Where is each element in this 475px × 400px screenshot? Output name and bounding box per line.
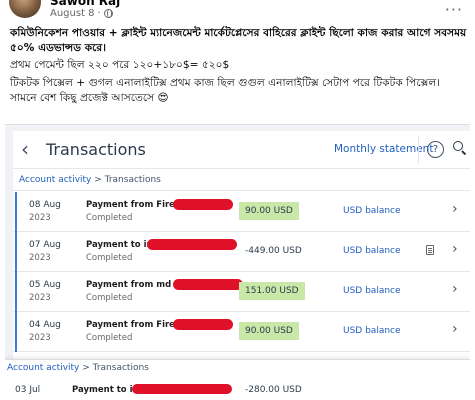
chevron-right-icon[interactable]: › [452, 241, 458, 257]
row-balance-link[interactable]: USD balance [343, 286, 401, 296]
post-meta: August 8 · [50, 8, 113, 19]
transactions-header: ‹ Transactions Monthly statement ? [13, 131, 470, 169]
row-description: Payment from Fire [86, 320, 175, 330]
row-year: 2023 [29, 253, 51, 263]
back-arrow-icon[interactable]: ‹ [21, 138, 41, 160]
row-description: Payment from md [86, 280, 172, 290]
post-author[interactable]: Sawon Raj [50, 0, 120, 8]
page-title: Transactions [46, 140, 146, 159]
search-icon[interactable] [453, 141, 467, 155]
row-date: 04 Aug [29, 320, 61, 330]
attached-screenshot[interactable]: ‹ Transactions Monthly statement ? Accou… [5, 124, 470, 400]
chevron-right-icon[interactable]: › [452, 201, 458, 217]
post-header: Sawon Raj August 8 · ··· [0, 0, 475, 26]
redaction-mark [147, 239, 237, 250]
row-description: Payment to im [86, 240, 156, 250]
redaction-mark [173, 319, 233, 330]
row-date: 05 Aug [29, 280, 61, 290]
overlay-breadcrumb: Account activity > Transactions [5, 360, 149, 376]
row-balance-link[interactable]: USD balance [343, 326, 401, 336]
post-date[interactable]: August 8 [50, 8, 95, 19]
document-icon[interactable] [426, 245, 434, 255]
overlay-row-description: Payment to im [72, 385, 142, 395]
row-status: Completed [86, 293, 133, 303]
row-year: 2023 [29, 293, 51, 303]
row-status: Completed [86, 213, 133, 223]
post-text-line1: কমিউনিকেশন পাওয়ার + ক্লাইন্ট ম্যানেজমেন… [10, 27, 467, 54]
row-amount: 90.00 USD [239, 202, 299, 220]
transactions-list: 08 Aug 2023 Payment from Fire Completed … [13, 192, 470, 352]
row-date: 08 Aug [29, 200, 61, 210]
overlay-breadcrumb-current: Transactions [92, 363, 149, 373]
overlay-row-amount: -280.00 USD [245, 385, 302, 395]
redaction-mark [173, 279, 243, 290]
breadcrumb-separator: > [94, 175, 102, 185]
help-icon[interactable]: ? [427, 141, 444, 158]
avatar[interactable] [9, 0, 41, 18]
row-year: 2023 [29, 333, 51, 343]
row-marker [15, 272, 17, 312]
chevron-right-icon[interactable]: › [452, 321, 458, 337]
overlay-row-date: 03 Jul [15, 385, 41, 395]
row-date: 07 Aug [29, 240, 61, 250]
breadcrumb: Account activity > Transactions [13, 169, 470, 191]
more-options-icon[interactable]: ··· [445, 0, 463, 19]
redaction-mark [173, 199, 233, 210]
row-amount: -449.00 USD [245, 246, 302, 256]
row-year: 2023 [29, 213, 51, 223]
post-text-line2: প্রথম পেমেন্ট ছিল ২২০ পরে ১২০+১৮০$= ৫২০$ [10, 59, 230, 71]
chevron-right-icon[interactable]: › [452, 281, 458, 297]
overlay-breadcrumb-separator: > [82, 363, 90, 373]
row-marker [15, 312, 17, 352]
table-row[interactable]: 04 Aug 2023 Payment from Fire Completed … [13, 312, 470, 352]
post-text-line3: টিকটক পিক্সেল + গুগল এনালাইটিক্স প্রথম ক… [10, 77, 441, 104]
row-description: Payment from Fire [86, 200, 175, 210]
row-marker [15, 232, 17, 272]
row-status: Completed [86, 253, 133, 263]
redaction-mark [132, 384, 232, 394]
breadcrumb-account-activity[interactable]: Account activity [19, 175, 91, 185]
row-marker [15, 192, 17, 232]
overlay-screenshot: Account activity > Transactions 03 Jul P… [5, 359, 470, 400]
row-balance-link[interactable]: USD balance [343, 206, 401, 216]
row-balance-link[interactable]: USD balance [343, 246, 401, 256]
globe-icon [103, 9, 113, 18]
breadcrumb-current: Transactions [104, 175, 161, 185]
table-row[interactable]: 07 Aug 2023 Payment to im Completed -449… [13, 232, 470, 272]
row-status: Completed [86, 333, 133, 343]
table-row[interactable]: 05 Aug 2023 Payment from md Completed 15… [13, 272, 470, 312]
row-amount: 151.00 USD [239, 282, 305, 300]
header-divider [418, 136, 419, 164]
meta-separator: · [97, 8, 101, 19]
row-amount: 90.00 USD [239, 322, 299, 340]
overlay-breadcrumb-link[interactable]: Account activity [7, 363, 79, 373]
table-row[interactable]: 08 Aug 2023 Payment from Fire Completed … [13, 192, 470, 232]
